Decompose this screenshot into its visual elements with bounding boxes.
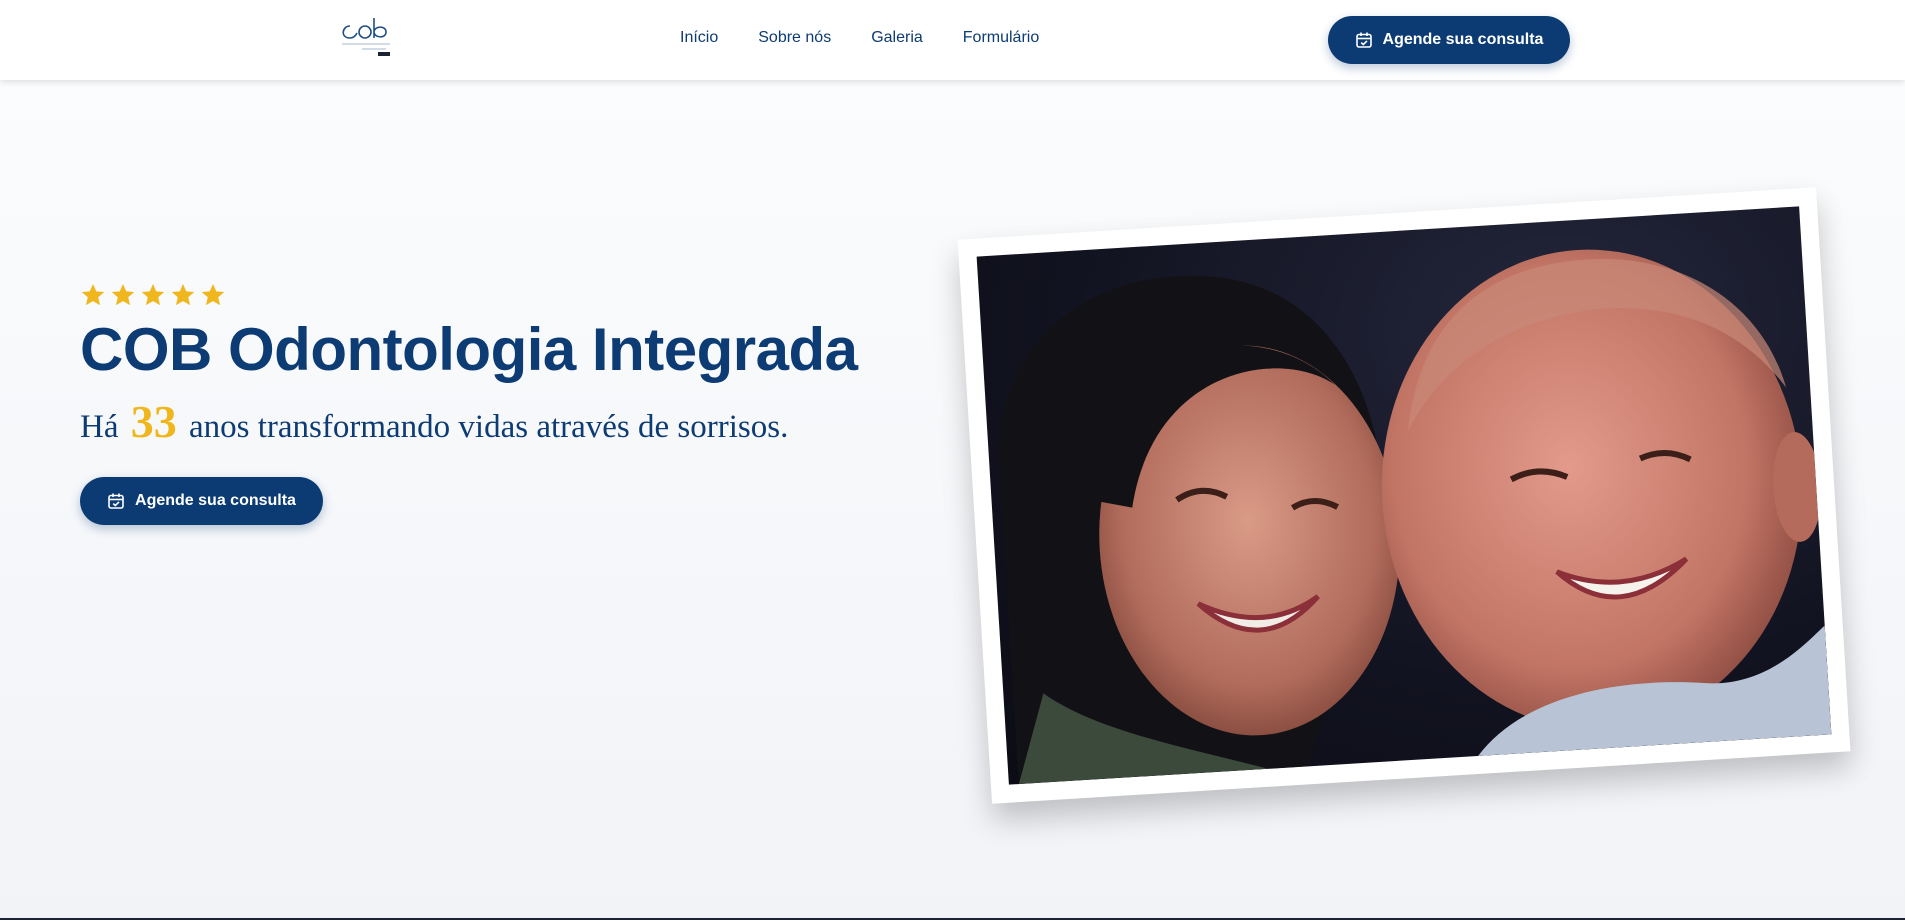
- hero-title: COB Odontologia Integrada: [80, 316, 858, 383]
- hero-subtitle-after: anos transformando vidas através de sorr…: [188, 409, 789, 445]
- calendar-check-icon: [1355, 31, 1373, 49]
- nav-item-galeria[interactable]: Galeria: [871, 29, 923, 47]
- rating-stars: [80, 282, 226, 308]
- cob-logo-icon: [342, 18, 390, 56]
- page: Início Sobre nós Galeria Formulário Agen…: [0, 0, 1905, 920]
- calendar-check-icon: [107, 492, 125, 510]
- site-header: Início Sobre nós Galeria Formulário Agen…: [0, 0, 1905, 80]
- main-nav: Início Sobre nós Galeria Formulário: [680, 29, 1039, 47]
- header-schedule-button[interactable]: Agende sua consulta: [1328, 16, 1570, 64]
- nav-item-formulario[interactable]: Formulário: [963, 29, 1039, 47]
- hero-subtitle: Há 33 anos transformando vidas através d…: [80, 395, 788, 448]
- star-icon: [200, 282, 226, 308]
- star-icon: [110, 282, 136, 308]
- hero-schedule-label: Agende sua consulta: [135, 492, 296, 509]
- star-icon: [170, 282, 196, 308]
- years-number: 33: [130, 396, 177, 447]
- hero-schedule-button[interactable]: Agende sua consulta: [80, 477, 323, 525]
- couple-photo-illustration: [998, 249, 1832, 785]
- hero-subtitle-before: Há: [80, 409, 119, 445]
- nav-item-sobre-nos[interactable]: Sobre nós: [758, 29, 831, 47]
- star-icon: [140, 282, 166, 308]
- hero-photo: [976, 206, 1832, 785]
- nav-item-inicio[interactable]: Início: [680, 29, 718, 47]
- logo[interactable]: [336, 16, 396, 62]
- header-schedule-label: Agende sua consulta: [1382, 31, 1544, 48]
- star-icon: [80, 282, 106, 308]
- hero-photo-frame: [957, 187, 1851, 804]
